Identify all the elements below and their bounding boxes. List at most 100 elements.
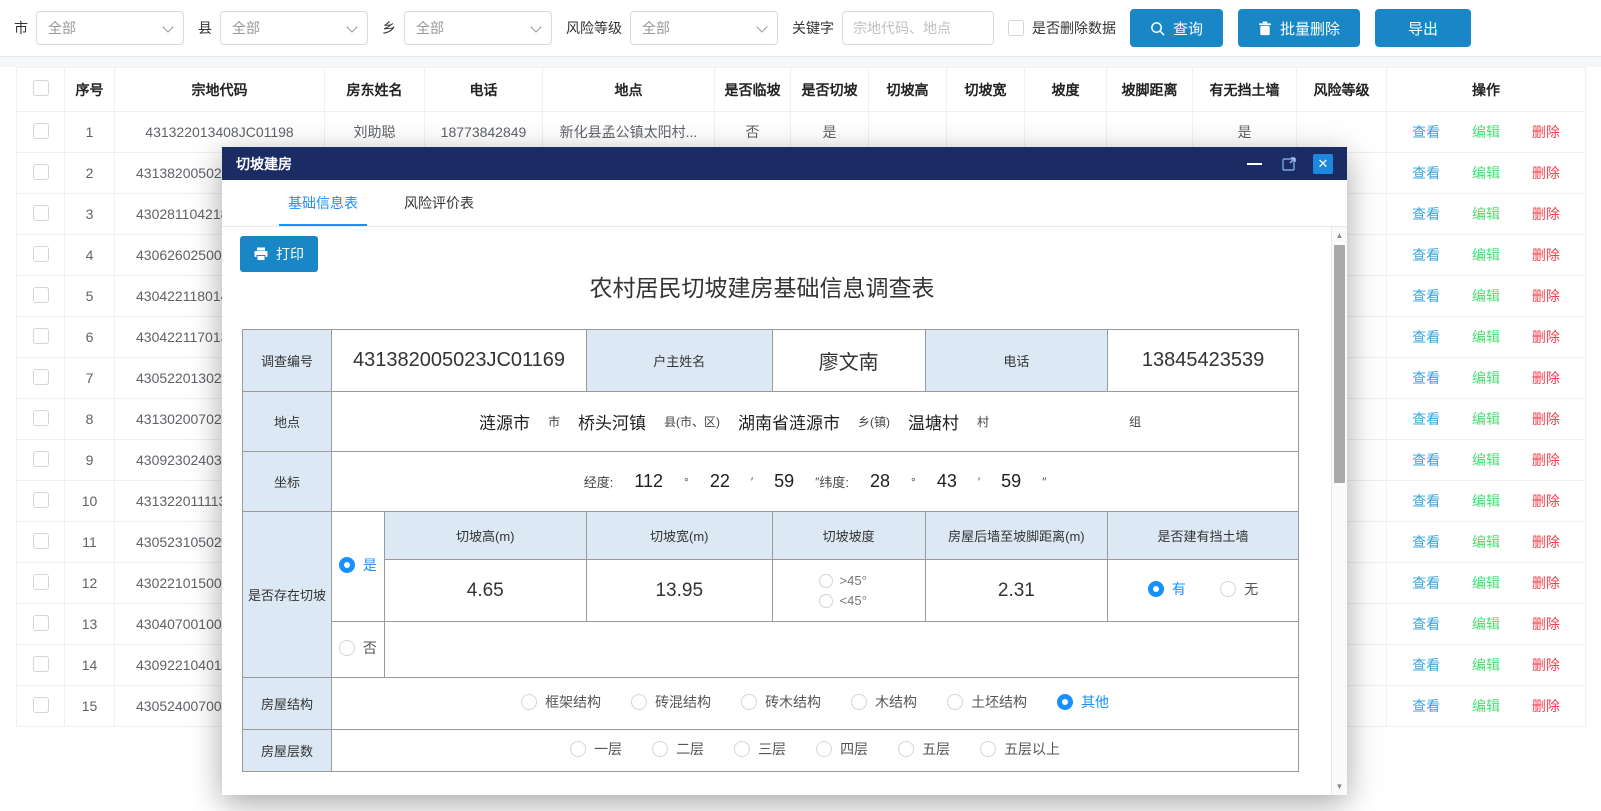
radio-icon[interactable] <box>898 741 914 757</box>
radio-icon[interactable] <box>570 741 586 757</box>
view-link[interactable]: 查看 <box>1412 657 1440 673</box>
radio-option[interactable]: 框架结构 <box>521 692 601 712</box>
row-checkbox[interactable] <box>33 697 49 713</box>
select-all-checkbox[interactable] <box>33 80 49 96</box>
edit-link[interactable]: 编辑 <box>1472 534 1500 550</box>
delete-link[interactable]: 删除 <box>1532 329 1560 345</box>
radio-option[interactable]: 木结构 <box>851 692 917 712</box>
radio-icon[interactable] <box>1148 581 1164 597</box>
view-link[interactable]: 查看 <box>1412 288 1440 304</box>
delete-link[interactable]: 删除 <box>1532 206 1560 222</box>
radio-icon[interactable] <box>851 694 867 710</box>
row-checkbox[interactable] <box>33 615 49 631</box>
close-icon[interactable]: ✕ <box>1313 154 1333 174</box>
radio-option[interactable]: 五层以上 <box>980 739 1060 759</box>
view-link[interactable]: 查看 <box>1412 247 1440 263</box>
radio-icon[interactable] <box>652 741 668 757</box>
radio-option[interactable]: 土坯结构 <box>947 692 1027 712</box>
county-select[interactable]: 全部 <box>220 11 368 45</box>
radio-option-wall-no[interactable]: 无 <box>1220 579 1258 599</box>
view-link[interactable]: 查看 <box>1412 534 1440 550</box>
query-button[interactable]: 查询 <box>1130 9 1223 47</box>
edit-link[interactable]: 编辑 <box>1472 206 1500 222</box>
radio-option-no[interactable]: 否 <box>339 638 377 658</box>
view-link[interactable]: 查看 <box>1412 616 1440 632</box>
scrollbar-thumb[interactable] <box>1334 245 1345 483</box>
radio-icon[interactable] <box>339 640 355 656</box>
row-checkbox[interactable] <box>33 246 49 262</box>
edit-link[interactable]: 编辑 <box>1472 288 1500 304</box>
radio-option[interactable]: 二层 <box>652 739 704 759</box>
radio-option-gt45[interactable]: >45° <box>819 573 867 588</box>
tab-basic-info[interactable]: 基础信息表 <box>288 180 358 226</box>
radio-icon[interactable] <box>816 741 832 757</box>
row-checkbox[interactable] <box>33 164 49 180</box>
radio-option[interactable]: 其他 <box>1057 692 1109 712</box>
edit-link[interactable]: 编辑 <box>1472 657 1500 673</box>
risk-select[interactable]: 全部 <box>630 11 778 45</box>
edit-link[interactable]: 编辑 <box>1472 493 1500 509</box>
keyword-input[interactable] <box>842 11 994 45</box>
show-deleted-checkbox[interactable]: 是否删除数据 <box>1008 18 1116 38</box>
edit-link[interactable]: 编辑 <box>1472 247 1500 263</box>
print-button[interactable]: 打印 <box>240 236 318 272</box>
delete-link[interactable]: 删除 <box>1532 493 1560 509</box>
radio-icon[interactable] <box>734 741 750 757</box>
radio-icon[interactable] <box>819 574 833 588</box>
view-link[interactable]: 查看 <box>1412 575 1440 591</box>
edit-link[interactable]: 编辑 <box>1472 616 1500 632</box>
delete-link[interactable]: 删除 <box>1532 657 1560 673</box>
tab-risk-evaluation[interactable]: 风险评价表 <box>404 180 474 226</box>
row-checkbox[interactable] <box>33 205 49 221</box>
row-checkbox[interactable] <box>33 656 49 672</box>
delete-link[interactable]: 删除 <box>1532 288 1560 304</box>
export-button[interactable]: 导出 <box>1375 9 1471 47</box>
modal-scrollbar[interactable]: ▲ ▼ <box>1331 227 1347 795</box>
radio-option-wall-yes[interactable]: 有 <box>1148 579 1186 599</box>
edit-link[interactable]: 编辑 <box>1472 698 1500 714</box>
delete-link[interactable]: 删除 <box>1532 534 1560 550</box>
row-checkbox[interactable] <box>33 451 49 467</box>
minimize-icon[interactable] <box>1247 163 1262 165</box>
radio-icon[interactable] <box>631 694 647 710</box>
edit-link[interactable]: 编辑 <box>1472 411 1500 427</box>
row-checkbox[interactable] <box>33 123 49 139</box>
radio-option[interactable]: 三层 <box>734 739 786 759</box>
radio-option-yes[interactable]: 是 <box>339 555 377 575</box>
view-link[interactable]: 查看 <box>1412 411 1440 427</box>
delete-link[interactable]: 删除 <box>1532 575 1560 591</box>
row-checkbox[interactable] <box>33 369 49 385</box>
delete-link[interactable]: 删除 <box>1532 452 1560 468</box>
view-link[interactable]: 查看 <box>1412 124 1440 140</box>
batch-delete-button[interactable]: 批量删除 <box>1238 9 1360 47</box>
scroll-down-icon[interactable]: ▼ <box>1332 782 1347 791</box>
delete-link[interactable]: 删除 <box>1532 247 1560 263</box>
edit-link[interactable]: 编辑 <box>1472 575 1500 591</box>
radio-option[interactable]: 五层 <box>898 739 950 759</box>
edit-link[interactable]: 编辑 <box>1472 370 1500 386</box>
view-link[interactable]: 查看 <box>1412 370 1440 386</box>
township-select[interactable]: 全部 <box>404 11 552 45</box>
edit-link[interactable]: 编辑 <box>1472 165 1500 181</box>
radio-icon[interactable] <box>947 694 963 710</box>
delete-link[interactable]: 删除 <box>1532 616 1560 632</box>
view-link[interactable]: 查看 <box>1412 206 1440 222</box>
delete-link[interactable]: 删除 <box>1532 698 1560 714</box>
radio-icon[interactable] <box>741 694 757 710</box>
scroll-up-icon[interactable]: ▲ <box>1332 231 1347 240</box>
radio-icon[interactable] <box>980 741 996 757</box>
maximize-icon[interactable] <box>1282 156 1297 171</box>
radio-option-lt45[interactable]: <45° <box>819 593 867 608</box>
radio-option[interactable]: 四层 <box>816 739 868 759</box>
delete-link[interactable]: 删除 <box>1532 165 1560 181</box>
delete-link[interactable]: 删除 <box>1532 411 1560 427</box>
row-checkbox[interactable] <box>33 533 49 549</box>
edit-link[interactable]: 编辑 <box>1472 452 1500 468</box>
row-checkbox[interactable] <box>33 287 49 303</box>
row-checkbox[interactable] <box>33 492 49 508</box>
row-checkbox[interactable] <box>33 410 49 426</box>
radio-option[interactable]: 砖木结构 <box>741 692 821 712</box>
view-link[interactable]: 查看 <box>1412 165 1440 181</box>
view-link[interactable]: 查看 <box>1412 329 1440 345</box>
radio-option[interactable]: 砖混结构 <box>631 692 711 712</box>
